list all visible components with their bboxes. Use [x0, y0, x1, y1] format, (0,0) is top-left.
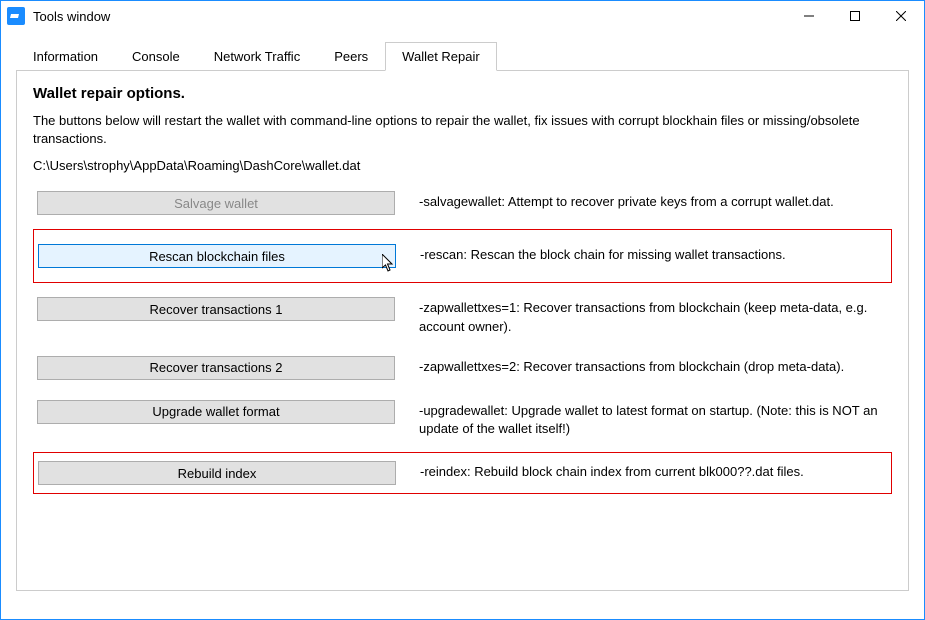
- window-controls: [786, 1, 924, 31]
- tab-wallet-repair[interactable]: Wallet Repair: [385, 42, 497, 71]
- tab-information[interactable]: Information: [16, 42, 115, 71]
- minimize-button[interactable]: [786, 1, 832, 31]
- recover-transactions-1-button[interactable]: Recover transactions 1: [37, 297, 395, 321]
- salvage-wallet-desc: -salvagewallet: Attempt to recover priva…: [419, 191, 888, 211]
- panel-description: The buttons below will restart the walle…: [33, 112, 892, 148]
- window-title: Tools window: [33, 9, 786, 24]
- tab-bar: Information Console Network Traffic Peer…: [16, 41, 909, 71]
- recover-transactions-2-button[interactable]: Recover transactions 2: [37, 356, 395, 380]
- app-icon: [7, 7, 25, 25]
- rebuild-index-desc: -reindex: Rebuild block chain index from…: [420, 461, 887, 481]
- content-area: Information Console Network Traffic Peer…: [1, 31, 924, 619]
- option-rescan-row: Rescan blockchain files -rescan: Rescan …: [33, 229, 892, 283]
- rebuild-index-button[interactable]: Rebuild index: [38, 461, 396, 485]
- panel-heading: Wallet repair options.: [33, 85, 892, 102]
- recover-transactions-2-desc: -zapwallettxes=2: Recover transactions f…: [419, 356, 888, 376]
- upgrade-wallet-format-button[interactable]: Upgrade wallet format: [37, 400, 395, 424]
- close-button[interactable]: [878, 1, 924, 31]
- maximize-button[interactable]: [832, 1, 878, 31]
- tab-peers[interactable]: Peers: [317, 42, 385, 71]
- option-recover1-row: Recover transactions 1 -zapwallettxes=1:…: [33, 291, 892, 341]
- recover-transactions-1-desc: -zapwallettxes=1: Recover transactions f…: [419, 297, 888, 335]
- option-salvage-row: Salvage wallet -salvagewallet: Attempt t…: [33, 185, 892, 221]
- option-rebuild-row: Rebuild index -reindex: Rebuild block ch…: [33, 452, 892, 494]
- tools-window: Tools window Information Console Network…: [0, 0, 925, 620]
- option-upgrade-row: Upgrade wallet format -upgradewallet: Up…: [33, 394, 892, 444]
- option-recover2-row: Recover transactions 2 -zapwallettxes=2:…: [33, 350, 892, 386]
- wallet-path: C:\Users\strophy\AppData\Roaming\DashCor…: [33, 158, 892, 173]
- tab-console[interactable]: Console: [115, 42, 197, 71]
- rescan-blockchain-button[interactable]: Rescan blockchain files: [38, 244, 396, 268]
- tab-network-traffic[interactable]: Network Traffic: [197, 42, 317, 71]
- salvage-wallet-button[interactable]: Salvage wallet: [37, 191, 395, 215]
- rescan-blockchain-desc: -rescan: Rescan the block chain for miss…: [420, 244, 887, 264]
- wallet-repair-panel: Wallet repair options. The buttons below…: [16, 71, 909, 591]
- upgrade-wallet-format-desc: -upgradewallet: Upgrade wallet to latest…: [419, 400, 888, 438]
- titlebar: Tools window: [1, 1, 924, 31]
